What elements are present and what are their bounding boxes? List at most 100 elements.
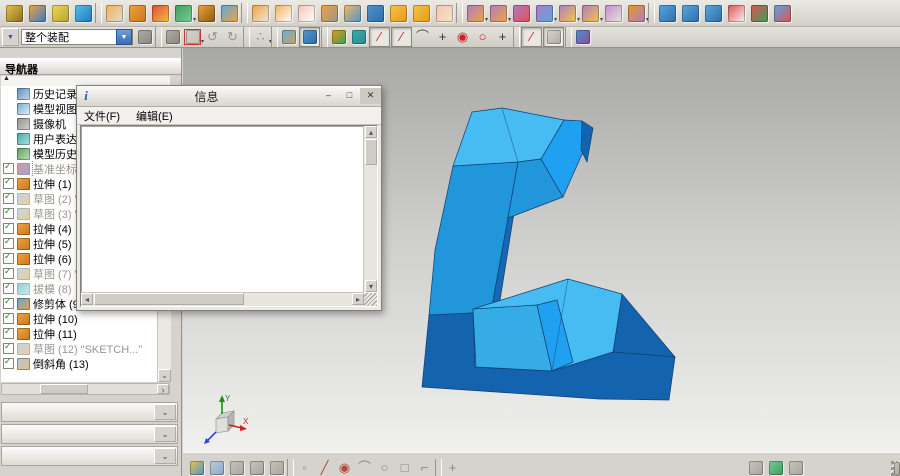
menu-edit[interactable]: 编辑(E) bbox=[136, 108, 173, 124]
copy-face-icon[interactable]: ▾ bbox=[533, 2, 555, 24]
endpoint-snap-icon[interactable]: ◦▾ bbox=[295, 459, 314, 476]
scrollbar-thumb[interactable] bbox=[40, 384, 88, 394]
corner-snap-icon[interactable]: ⌐▾ bbox=[415, 459, 434, 476]
feature-checkbox[interactable]: ✓ bbox=[3, 178, 14, 189]
point-cloud-icon[interactable]: ▾ bbox=[748, 2, 770, 24]
circle-center-icon[interactable]: ◉▾ bbox=[453, 28, 472, 46]
feature-checkbox[interactable]: ✓ bbox=[3, 208, 14, 219]
scroll-up-icon[interactable]: ▴ bbox=[365, 126, 377, 138]
pattern-face-icon[interactable]: ▾ bbox=[602, 2, 624, 24]
minimize-button[interactable]: – bbox=[318, 88, 339, 104]
pattern-feature-icon[interactable]: ▾ bbox=[126, 2, 148, 24]
stamp-icon[interactable]: ▾ bbox=[135, 28, 154, 46]
assist-green-icon[interactable]: ▾ bbox=[766, 459, 785, 476]
end-pad[interactable]: ▾ bbox=[806, 459, 898, 476]
resize-grip[interactable] bbox=[364, 293, 377, 306]
swept-surface-icon[interactable]: ▾ bbox=[656, 2, 678, 24]
datum-plane-icon[interactable]: ▾ bbox=[103, 2, 125, 24]
join-face-icon[interactable]: ▾ bbox=[318, 2, 340, 24]
bend-hook-icon[interactable]: ▾ bbox=[387, 2, 409, 24]
assist-b-icon[interactable]: ▾ bbox=[786, 459, 805, 476]
expand-chevron-icon[interactable]: ⌄ bbox=[154, 448, 176, 464]
pull-face-icon[interactable]: ▾ bbox=[487, 2, 509, 24]
maximize-button[interactable]: □ bbox=[339, 88, 360, 104]
point-on-curve-icon[interactable]: ◉▾ bbox=[335, 459, 354, 476]
sheet-box-icon[interactable]: ▾ bbox=[433, 2, 455, 24]
snap-option-c-icon[interactable]: ▾ bbox=[267, 459, 286, 476]
sphere-icon[interactable]: ▾ bbox=[72, 2, 94, 24]
circle-dash-icon[interactable]: ○▾ bbox=[473, 28, 492, 46]
scroll-down-icon[interactable]: ▾ bbox=[365, 280, 377, 292]
point-set-icon[interactable]: ▾ bbox=[149, 2, 171, 24]
tree-horizontal-scrollbar[interactable]: › bbox=[1, 383, 170, 395]
info-titlebar[interactable]: i 信息 – □ ✕ bbox=[77, 86, 381, 107]
profile-line-icon[interactable]: ∕▾ bbox=[521, 27, 542, 47]
arc-center-snap-icon[interactable]: ⌒▾ bbox=[355, 459, 374, 476]
shell-body-icon[interactable]: ▾ bbox=[625, 2, 647, 24]
cube-icon[interactable]: ▾ bbox=[364, 2, 386, 24]
feature-checkbox[interactable]: ✓ bbox=[3, 358, 14, 369]
snap-enable-icon[interactable]: ▾ bbox=[183, 28, 202, 46]
snap-settings-icon[interactable]: ▾ bbox=[187, 459, 206, 476]
close-button[interactable]: ✕ bbox=[360, 88, 381, 104]
tree-item-chamfer-13[interactable]: ✓ 倒斜角 (13) bbox=[1, 356, 157, 371]
feature-checkbox[interactable]: ✓ bbox=[3, 343, 14, 354]
shaded-view-icon[interactable]: ▾ bbox=[299, 27, 320, 47]
combo-dropdown-icon[interactable]: ▼ bbox=[116, 29, 132, 45]
split-body-icon[interactable]: ▾ bbox=[218, 2, 240, 24]
selection-scope-combo[interactable]: 整个装配 ▼ bbox=[21, 29, 133, 45]
swept-surface-2-icon[interactable]: ▾ bbox=[679, 2, 701, 24]
offset-face-icon[interactable]: ▾ bbox=[556, 2, 578, 24]
flange-icon[interactable]: ▾ bbox=[272, 2, 294, 24]
square-snap-icon[interactable]: □▾ bbox=[395, 459, 414, 476]
feature-checkbox[interactable]: ✓ bbox=[3, 328, 14, 339]
unite-boolean-icon[interactable]: ▾ bbox=[172, 2, 194, 24]
scroll-left-icon[interactable]: ◂ bbox=[81, 293, 93, 305]
snap-option-a-icon[interactable]: ▾ bbox=[227, 459, 246, 476]
feature-checkbox[interactable]: ✓ bbox=[3, 163, 14, 174]
datum-axis-icon[interactable]: ▾ bbox=[3, 2, 25, 24]
rotate-ccw-icon[interactable]: ↺▾ bbox=[203, 28, 222, 46]
flex-spacer[interactable]: ▾ bbox=[463, 459, 745, 476]
feature-checkbox[interactable]: ✓ bbox=[3, 283, 14, 294]
circle-snap-icon[interactable]: ○▾ bbox=[375, 459, 394, 476]
midpoint-snap-icon[interactable]: ╱▾ bbox=[315, 459, 334, 476]
ellipsoid-icon[interactable]: ▾ bbox=[49, 2, 71, 24]
feature-checkbox[interactable]: ✓ bbox=[3, 223, 14, 234]
expand-chevron-icon[interactable]: ⌄ bbox=[154, 426, 176, 442]
feature-checkbox[interactable]: ✓ bbox=[3, 298, 14, 309]
feature-checkbox[interactable]: ✓ bbox=[3, 313, 14, 324]
assist-a-icon[interactable]: ▾ bbox=[746, 459, 765, 476]
delete-face-icon[interactable]: ▾ bbox=[510, 2, 532, 24]
menu-file[interactable]: 文件(F) bbox=[84, 108, 120, 124]
bend-icon[interactable]: ▾ bbox=[249, 2, 271, 24]
expand-chevron-icon[interactable]: ⌄ bbox=[154, 404, 176, 420]
feature-checkbox[interactable]: ✓ bbox=[3, 193, 14, 204]
cross-tool-icon[interactable]: +▾ bbox=[433, 28, 452, 46]
grid-snap-icon[interactable]: ▾ bbox=[207, 459, 226, 476]
bend-hook-2-icon[interactable]: ▾ bbox=[410, 2, 432, 24]
sheet-metal-icon[interactable]: ▾ bbox=[295, 2, 317, 24]
scrollbar-thumb[interactable] bbox=[365, 139, 377, 165]
info-horizontal-scrollbar[interactable]: ◂ ▸ bbox=[81, 292, 364, 306]
line-tool-2-icon[interactable]: ∕▾ bbox=[391, 27, 412, 47]
collapsed-panel-3[interactable]: ⌄ bbox=[1, 446, 178, 466]
move-object-icon[interactable]: ▾ bbox=[329, 28, 348, 46]
snap-motion-icon[interactable]: ▾ bbox=[349, 28, 368, 46]
snap-option-b-icon[interactable]: ▾ bbox=[247, 459, 266, 476]
line-tool-icon[interactable]: ∕▾ bbox=[369, 27, 390, 47]
trim-body-icon[interactable]: ▾ bbox=[195, 2, 217, 24]
cursor-snap-icon[interactable]: +▾ bbox=[443, 459, 462, 476]
sphere-snap-icon[interactable]: ▾ bbox=[543, 27, 564, 47]
scrollbar-thumb[interactable] bbox=[94, 293, 244, 305]
feature-checkbox[interactable]: ✓ bbox=[3, 238, 14, 249]
scroll-down-icon[interactable]: ⌄ bbox=[158, 369, 171, 382]
tree-item-extrude-10[interactable]: ✓ 拉伸 (10) bbox=[1, 311, 157, 326]
resize-face-icon[interactable]: ▾ bbox=[579, 2, 601, 24]
block-primitive-icon[interactable]: ▾ bbox=[26, 2, 48, 24]
navigator-header[interactable]: 导航器 bbox=[0, 58, 181, 75]
tree-item-extrude-11[interactable]: ✓ 拉伸 (11) bbox=[1, 326, 157, 341]
touch-orient-icon[interactable]: ▾ bbox=[163, 28, 182, 46]
thicken-icon[interactable]: ▾ bbox=[341, 2, 363, 24]
collapsed-panel-2[interactable]: ⌄ bbox=[1, 424, 178, 444]
